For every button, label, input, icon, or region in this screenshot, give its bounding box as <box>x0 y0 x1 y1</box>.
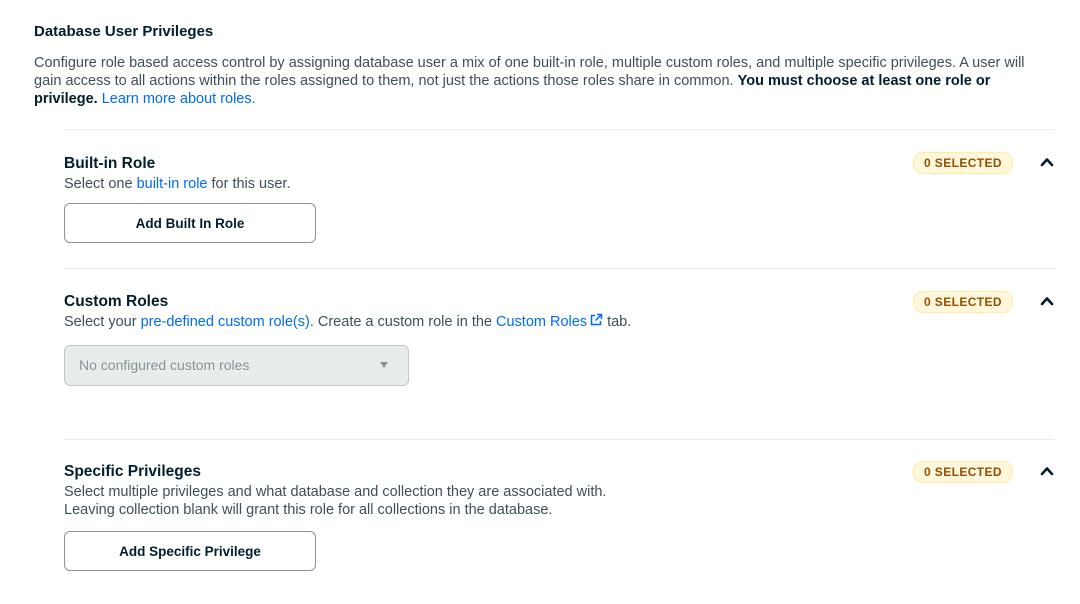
custom-roles-section: Custom Roles Select your pre-defined cus… <box>64 268 1054 439</box>
built-in-role-desc-suffix: for this user. <box>207 176 291 192</box>
custom-roles-desc-middle: . Create a custom role in the <box>309 314 496 330</box>
built-in-role-title: Built-in Role <box>64 155 156 172</box>
pre-defined-custom-roles-link[interactable]: pre-defined custom role(s) <box>141 314 310 330</box>
custom-roles-title: Custom Roles <box>64 293 169 310</box>
custom-roles-tab-link-label: Custom Roles <box>496 314 588 330</box>
custom-roles-select-placeholder: No configured custom roles <box>79 357 250 373</box>
built-in-role-description: Select one built-in role for this user. <box>64 175 1054 193</box>
built-in-role-selected-badge: 0 SELECTED <box>912 152 1013 174</box>
specific-privileges-desc-line2: Leaving collection blank will grant this… <box>64 502 553 518</box>
built-in-role-desc-prefix: Select one <box>64 176 137 192</box>
specific-privileges-selected-badge: 0 SELECTED <box>912 461 1013 483</box>
add-built-in-role-button[interactable]: Add Built In Role <box>64 203 316 243</box>
external-link-icon <box>590 313 603 326</box>
specific-privileges-section: Specific Privileges Select multiple priv… <box>64 439 1054 604</box>
chevron-up-icon[interactable] <box>1040 155 1054 169</box>
specific-privileges-title: Specific Privileges <box>64 463 201 480</box>
caret-down-icon <box>380 362 388 368</box>
custom-roles-desc-prefix: Select your <box>64 314 141 330</box>
custom-roles-selected-badge: 0 SELECTED <box>912 291 1013 313</box>
add-specific-privilege-button[interactable]: Add Specific Privilege <box>64 531 316 571</box>
built-in-role-section: Built-in Role Select one built-in role f… <box>64 129 1054 268</box>
database-user-privileges-panel: Database User Privileges Configure role … <box>0 0 1080 604</box>
chevron-up-icon[interactable] <box>1040 464 1054 478</box>
learn-more-roles-link[interactable]: Learn more about roles. <box>102 91 256 107</box>
specific-privileges-desc-line1: Select multiple privileges and what data… <box>64 484 607 500</box>
chevron-up-icon[interactable] <box>1040 294 1054 308</box>
built-in-role-link[interactable]: built-in role <box>137 176 208 192</box>
custom-roles-select: No configured custom roles <box>64 345 409 386</box>
custom-roles-description: Select your pre-defined custom role(s). … <box>64 313 1054 331</box>
specific-privileges-description: Select multiple privileges and what data… <box>64 483 1054 519</box>
intro-description: Configure role based access control by a… <box>34 54 1049 108</box>
custom-roles-desc-suffix: tab. <box>603 314 632 330</box>
custom-roles-tab-link[interactable]: Custom Roles <box>496 313 603 330</box>
page-title: Database User Privileges <box>34 23 214 40</box>
